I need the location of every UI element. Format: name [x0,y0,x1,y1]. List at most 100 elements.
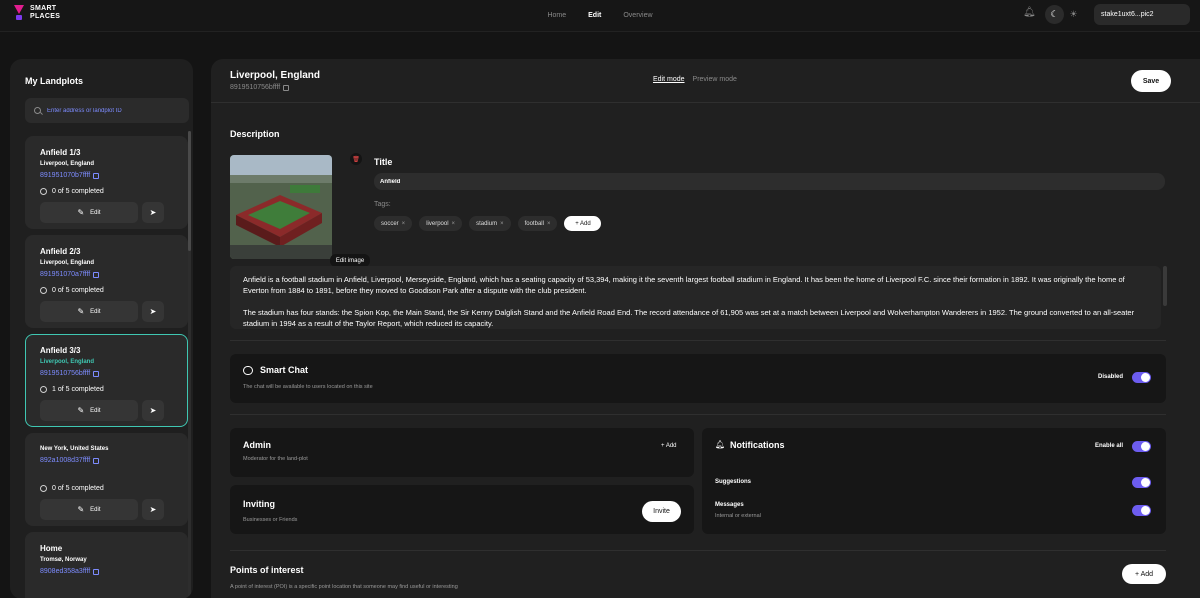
navigation-arrow-icon: ➤ [149,505,157,514]
landplot-id: 8908ed358a3ffff [40,568,100,575]
remove-tag-icon[interactable]: × [500,221,504,227]
landplot-card[interactable]: Home Tromsø, Norway 8908ed358a3ffff [25,532,188,598]
smart-chat-title: Smart Chat [260,365,309,375]
landplot-card-selected[interactable]: Anfield 3/3 Liverpool, England 891951075… [25,334,188,427]
edit-landplot-button[interactable]: ✎ Edit [40,202,138,223]
add-tag-button[interactable]: + Add [564,216,602,231]
nav-overview[interactable]: Overview [623,12,652,19]
save-button[interactable]: Save [1131,70,1171,92]
scrollbar-thumb[interactable] [188,131,191,251]
pencil-icon: ✎ [77,208,85,217]
landplot-location: Liverpool, England [40,260,95,266]
landplot-image [230,155,332,259]
sun-icon[interactable]: ☀ [1064,5,1083,24]
theme-toggle[interactable]: ☾ ☀ [1045,5,1085,24]
edit-landplot-button[interactable]: ✎ Edit [40,400,138,421]
landplot-name: Home [40,544,63,553]
nav-home[interactable]: Home [547,12,566,19]
copy-icon[interactable] [93,370,100,377]
smart-chat-subtitle: The chat will be available to users loca… [243,384,373,390]
copy-icon[interactable] [93,568,100,575]
editor-header: Liverpool, England 8919510756bffff Edit … [211,59,1200,103]
remove-tag-icon[interactable]: × [452,221,456,227]
sidebar-title: My Landplots [25,76,83,86]
edit-landplot-button[interactable]: ✎ Edit [40,499,138,520]
suggestions-toggle[interactable] [1132,477,1151,488]
nav-edit[interactable]: Edit [588,12,601,19]
navigate-button[interactable]: ➤ [142,499,164,520]
brand-line-2: PLACES [30,13,61,20]
notifications-bell-icon[interactable]: 🔔︎ [1023,8,1036,18]
mode-switch: Edit mode Preview mode [653,76,737,83]
landplot-card[interactable]: Anfield 1/3 Liverpool, England 891951070… [25,136,188,229]
landplot-id: 8919510756bffff [40,370,100,377]
tag-chip[interactable]: stadium × [469,216,511,231]
navigation-arrow-icon: ➤ [149,208,157,217]
search-bar[interactable] [25,98,189,123]
landplot-progress: 0 of 5 completed [40,485,104,492]
title-input[interactable] [374,173,1165,190]
tag-label: stadium [476,220,498,227]
chat-bubble-icon [243,366,253,375]
smart-chat-toggle[interactable] [1132,372,1151,383]
divider [230,550,1166,551]
account-button[interactable]: stake1uxt6...pic2 [1094,4,1190,25]
invite-button[interactable]: Invite [642,501,681,522]
divider [230,340,1166,341]
landplot-id: 891951070b7ffff [40,172,100,179]
landplot-id-text: 892a1008d37ffff [40,457,91,464]
landplot-name: Anfield 3/3 [40,346,81,355]
enable-all-toggle[interactable] [1132,441,1151,452]
add-admin-button[interactable]: + Add [661,443,677,449]
tag-chip[interactable]: liverpool × [419,216,463,231]
add-poi-button[interactable]: + Add [1122,564,1166,584]
moon-icon[interactable]: ☾ [1045,5,1064,24]
tag-chip[interactable]: soccer × [374,216,413,231]
search-input[interactable] [47,107,187,114]
navigate-button[interactable]: ➤ [142,202,164,223]
navigate-button[interactable]: ➤ [142,301,164,322]
copy-icon[interactable] [93,271,100,278]
description-heading: Description [230,129,280,139]
brand-logo[interactable]: SMART PLACES [14,5,60,21]
copy-icon[interactable] [93,172,100,179]
progress-text: 0 of 5 completed [52,485,104,492]
edit-landplot-button[interactable]: ✎ Edit [40,301,138,322]
smart-chat-card: Smart Chat The chat will be available to… [230,354,1166,403]
remove-tag-icon[interactable]: × [402,221,406,227]
messages-toggle[interactable] [1132,505,1151,516]
landplot-location: Liverpool, England [40,161,95,167]
landplot-id-text: 891951070a7ffff [40,271,91,278]
progress-ring-icon [40,485,47,492]
landplots-sidebar: My Landplots Anfield 1/3 Liverpool, Engl… [10,59,193,598]
tag-chip[interactable]: football × [517,216,558,231]
landplot-id: 892a1008d37ffff [40,457,100,464]
progress-ring-icon [40,386,47,393]
copy-icon[interactable] [283,84,290,91]
copy-icon[interactable] [93,457,100,464]
sidebar-scrollbar[interactable] [188,131,191,598]
edit-mode-tab[interactable]: Edit mode [653,76,685,83]
landplot-card[interactable]: New York, United States 892a1008d37ffff … [25,433,188,526]
enable-all-label: Enable all [1095,443,1124,449]
messages-subtitle: Internal or external [715,513,761,519]
remove-tag-icon[interactable]: × [547,221,551,227]
title-label: Title [374,157,393,167]
inviting-card: Inviting Businesses or Friends [230,485,694,534]
description-scrollbar[interactable] [1163,266,1167,306]
messages-label: Messages [715,502,744,508]
landplot-card[interactable]: Anfield 2/3 Liverpool, England 891951070… [25,235,188,328]
landplot-id-text: 8919510756bffff [40,370,91,377]
description-textarea[interactable]: Anfield is a football stadium in Anfield… [230,266,1161,329]
landplot-id-text: 891951070b7ffff [40,172,91,179]
admin-card: Admin Moderator for the land-plot + Add [230,428,694,477]
brand-line-1: SMART [30,5,57,12]
landplot-location: Tromsø, Norway [40,557,87,563]
stadium-aerial-image [230,155,332,259]
delete-image-icon[interactable]: 🗑︎ [350,153,362,165]
smart-chat-status: Disabled [1098,374,1124,380]
preview-mode-tab[interactable]: Preview mode [693,76,737,83]
pencil-icon: ✎ [77,505,85,514]
navigate-button[interactable]: ➤ [142,400,164,421]
tag-label: liverpool [426,220,449,227]
